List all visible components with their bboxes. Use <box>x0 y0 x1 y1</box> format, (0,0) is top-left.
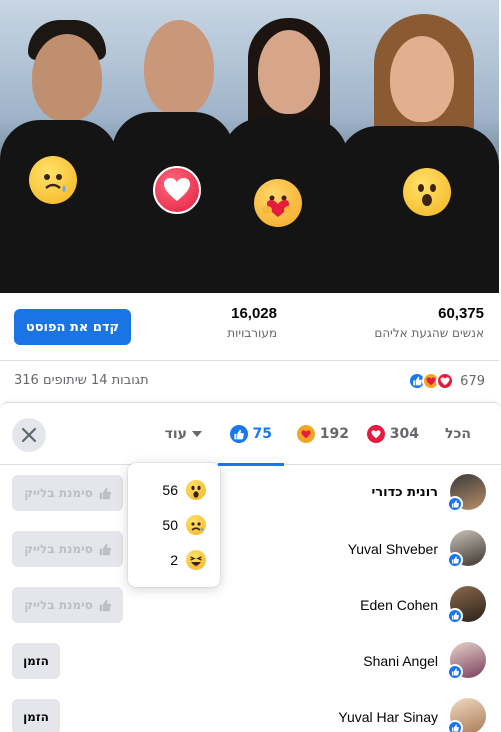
like-icon <box>447 496 463 512</box>
reach-stat: 60,375 אנשים שהגעת אליהם <box>374 305 484 340</box>
thumbs-up-icon <box>99 599 111 611</box>
dropdown-item-wow[interactable]: 56 <box>162 479 206 501</box>
person-action-label: סימנת בלייק <box>24 542 93 556</box>
comments-shares-count[interactable]: 316 תגובות 14 שיתופים <box>14 373 149 388</box>
dropdown-sad-count: 50 <box>162 517 178 533</box>
wow-icon <box>186 480 206 500</box>
tab-care[interactable]: 192 <box>296 403 349 465</box>
chevron-down-icon <box>192 431 202 437</box>
tab-more-label: עוד <box>164 426 187 442</box>
more-reactions-dropdown: 56 50 2 <box>128 463 220 587</box>
liked-page-button: סימנת בלייק <box>12 531 123 567</box>
reactions-screen: 60,375 אנשים שהגעת אליהם 16,028 מעורבויו… <box>0 0 501 732</box>
reaction-icons-stack <box>408 372 455 390</box>
engagement-stat: 16,028 מעורבויות <box>227 305 277 340</box>
reactions-summary[interactable]: 679 <box>408 372 485 390</box>
tab-like-count: 75 <box>252 426 272 442</box>
love-icon <box>436 372 455 390</box>
reaction-tabs: הכל 304 192 75 עוד <box>0 403 501 466</box>
list-item: Yuval Har Sinay הזמן <box>0 690 501 732</box>
post-photo <box>0 0 499 293</box>
boost-post-button[interactable]: קדם את הפוסט <box>14 309 131 345</box>
reactions-dialog: הכל 304 192 75 עוד רונית כדורי סימנת בלי… <box>0 402 501 732</box>
person-name[interactable]: Eden Cohen <box>360 597 438 613</box>
dropdown-item-haha[interactable]: 2 <box>170 549 206 571</box>
person-name[interactable]: רונית כדורי <box>371 485 438 500</box>
person-name[interactable]: Yuval Shveber <box>348 541 438 557</box>
liked-page-button: סימנת בלייק <box>12 475 123 511</box>
care-icon <box>296 425 315 443</box>
invite-button[interactable]: הזמן <box>12 643 60 679</box>
person-action-label: סימנת בלייק <box>24 486 93 500</box>
reach-value: 60,375 <box>438 305 484 322</box>
list-item: Yuval Shveber סימנת בלייק <box>0 522 501 578</box>
like-icon <box>447 664 463 680</box>
love-icon <box>366 425 385 443</box>
close-icon <box>21 427 37 443</box>
sad-icon <box>186 515 206 535</box>
list-item: Shani Angel הזמן <box>0 634 501 690</box>
dropdown-wow-count: 56 <box>162 482 178 498</box>
wow-reaction-icon <box>403 168 451 216</box>
tab-love-count: 304 <box>389 426 419 442</box>
tab-all[interactable]: הכל <box>445 403 471 465</box>
reach-label: אנשים שהגעת אליהם <box>374 326 484 340</box>
like-icon <box>229 425 248 443</box>
engagement-counts-row: 316 תגובות 14 שיתופים 679 <box>0 362 499 402</box>
engagement-value: 16,028 <box>231 305 277 322</box>
person-action-label: סימנת בלייק <box>24 598 93 612</box>
tab-all-label: הכל <box>444 426 471 442</box>
tab-love[interactable]: 304 <box>366 403 419 465</box>
list-item: Eden Cohen סימנת בלייק <box>0 578 501 634</box>
post-insights-bar: 60,375 אנשים שהגעת אליהם 16,028 מעורבויו… <box>0 293 499 361</box>
like-icon <box>447 552 463 568</box>
liked-page-button: סימנת בלייק <box>12 587 123 623</box>
tab-like[interactable]: 75 <box>217 403 284 466</box>
sad-reaction-icon <box>29 156 77 204</box>
thumbs-up-icon <box>99 487 111 499</box>
close-button[interactable] <box>12 418 46 452</box>
person-name[interactable]: Yuval Har Sinay <box>338 709 438 725</box>
like-icon <box>447 608 463 624</box>
thumbs-up-icon <box>99 543 111 555</box>
list-item: רונית כדורי סימנת בלייק <box>0 466 501 522</box>
invite-button[interactable]: הזמן <box>12 699 60 732</box>
like-icon <box>447 720 463 732</box>
reactions-total: 679 <box>460 373 485 389</box>
tab-care-count: 192 <box>319 426 349 442</box>
love-reaction-icon <box>153 166 201 214</box>
tab-more[interactable]: עוד <box>165 403 206 465</box>
dropdown-item-sad[interactable]: 50 <box>162 514 206 536</box>
care-reaction-icon <box>254 179 302 227</box>
haha-icon <box>186 550 206 570</box>
engagement-label: מעורבויות <box>227 326 277 340</box>
person-action-label: הזמן <box>23 710 49 724</box>
person-action-label: הזמן <box>23 654 49 668</box>
dropdown-haha-count: 2 <box>170 552 178 568</box>
person-name[interactable]: Shani Angel <box>363 653 438 669</box>
